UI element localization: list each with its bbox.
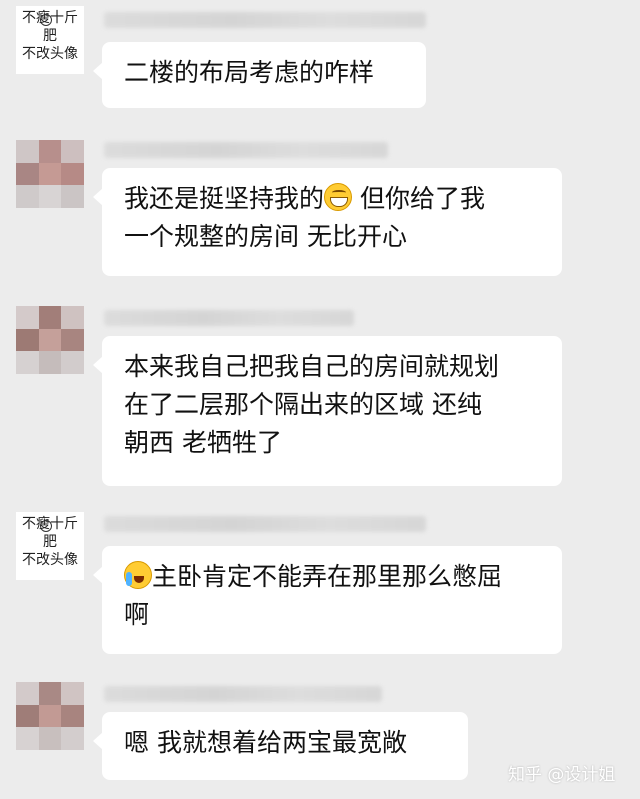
avatar-text[interactable]: 不瘦十斤 肥 不改头像 xyxy=(16,6,84,74)
message-text: 一个规整的房间 无比开心 xyxy=(124,222,407,251)
message-text: 二楼的布局考虑的咋样 xyxy=(124,58,375,87)
sender-name-blurred xyxy=(104,686,382,702)
watermark: 知乎 @设计姐 xyxy=(508,765,616,785)
avatar-line: 不改头像 xyxy=(22,552,78,568)
avatar-text[interactable]: 不瘦十斤 肥 不改头像 xyxy=(16,512,84,580)
avatar-blurred[interactable] xyxy=(16,306,84,374)
message-text: 我还是挺坚持我的 xyxy=(124,184,325,213)
avatar-blurred[interactable] xyxy=(16,682,84,750)
sender-name-blurred xyxy=(104,142,388,158)
message-text: 啊 xyxy=(124,600,150,629)
message-text: 但你给了我 xyxy=(352,184,485,213)
grinning-face-emoji-icon xyxy=(324,183,353,211)
message-text: 主卧肯定不能弄在那里那么憋屈 xyxy=(152,562,503,591)
sender-name-blurred xyxy=(104,516,426,532)
message-text: 嗯 我就想着给两宝最宽敞 xyxy=(124,728,407,757)
sender-name-blurred xyxy=(104,12,426,28)
avatar-line: 不瘦十斤 xyxy=(22,516,78,532)
message-text: 本来我自己把我自己的房间就规划 xyxy=(124,352,500,381)
crying-face-emoji-icon xyxy=(124,561,152,589)
message-bubble[interactable]: 嗯 我就想着给两宝最宽敞 xyxy=(93,712,468,780)
avatar-line: 不瘦十斤 xyxy=(22,10,78,26)
sender-name-blurred xyxy=(104,310,354,326)
avatar-line: 肥 xyxy=(43,534,57,550)
message-bubble[interactable]: 主卧肯定不能弄在那里那么憋屈 啊 xyxy=(93,546,562,654)
message-text: 朝西 老牺牲了 xyxy=(124,428,282,457)
message-bubble[interactable]: 本来我自己把我自己的房间就规划 在了二层那个隔出来的区域 还纯 朝西 老牺牲了 xyxy=(93,336,562,486)
avatar-line: 肥 xyxy=(43,28,57,44)
avatar-blurred[interactable] xyxy=(16,140,84,208)
avatar-line: 不改头像 xyxy=(22,46,78,62)
message-bubble[interactable]: 二楼的布局考虑的咋样 xyxy=(93,42,426,108)
message-text: 在了二层那个隔出来的区域 还纯 xyxy=(124,390,482,419)
message-bubble[interactable]: 我还是挺坚持我的 但你给了我 一个规整的房间 无比开心 xyxy=(93,168,562,276)
